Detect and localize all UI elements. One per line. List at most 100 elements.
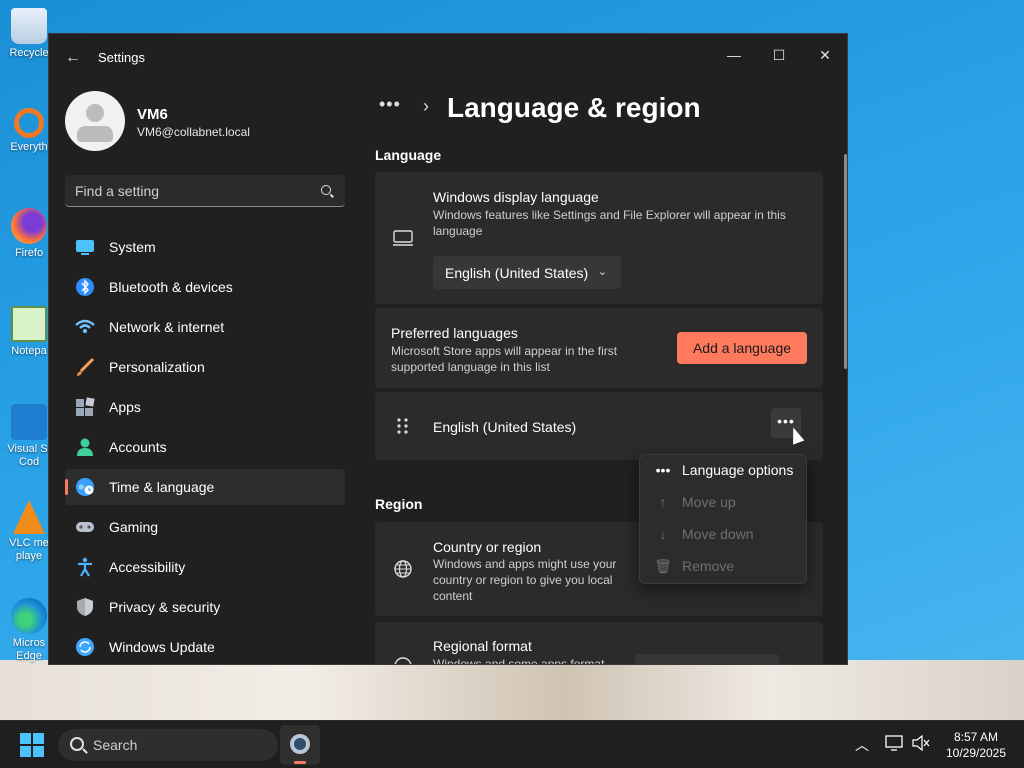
card-title: Regional format	[433, 638, 532, 654]
arrow-up-icon: ↑	[659, 494, 667, 510]
sidebar-item-bluetooth[interactable]: Bluetooth & devices	[65, 269, 345, 305]
globe-clock-icon	[75, 477, 95, 497]
taskbar: Search ︿ 8:57 AM 10/29/2025	[0, 720, 1024, 768]
volume-muted-icon[interactable]	[912, 734, 930, 754]
sidebar-item-label: Network & internet	[109, 319, 225, 335]
back-button[interactable]: ←	[61, 46, 85, 70]
gamepad-icon	[75, 517, 95, 537]
bluetooth-icon	[75, 277, 95, 297]
sidebar-item-privacy[interactable]: Privacy & security	[65, 589, 345, 625]
sidebar-item-accounts[interactable]: Accounts	[65, 429, 345, 465]
scrollbar[interactable]	[844, 154, 847, 369]
network-icon[interactable]	[885, 735, 903, 754]
sidebar-item-windows-update[interactable]: Windows Update	[65, 629, 345, 664]
menu-item-move-up: ↑ Move up	[644, 487, 804, 517]
sidebar-item-label: Apps	[109, 399, 141, 415]
wifi-icon	[75, 317, 95, 337]
section-region: Region	[375, 496, 423, 512]
user-email: VM6@collabnet.local	[137, 125, 250, 139]
sidebar-item-label: Accessibility	[109, 559, 186, 575]
avatar[interactable]	[65, 91, 125, 151]
app-title: Settings	[98, 50, 145, 65]
sidebar-item-label: Accounts	[109, 439, 167, 455]
desktop-icon-everything[interactable]: Everyth	[6, 104, 52, 184]
gear-icon	[290, 734, 310, 754]
start-button[interactable]	[14, 731, 50, 759]
sidebar-item-label: Gaming	[109, 519, 159, 535]
arrow-left-icon: ←	[65, 49, 81, 66]
apps-icon	[75, 397, 95, 417]
user-name: VM6	[137, 106, 168, 123]
card-title: Preferred languages	[391, 325, 518, 341]
clock-date: 10/29/2025	[945, 746, 1007, 760]
wallpaper-photo	[0, 660, 1024, 720]
sidebar-item-label: Time & language	[109, 479, 215, 495]
windows-update-icon	[75, 637, 95, 657]
card-title: Windows display language	[433, 189, 599, 205]
windows-logo-icon	[20, 733, 31, 744]
regional-format-card: Regional format Windows and some apps fo…	[375, 622, 823, 665]
language-list-item[interactable]: English (United States) •••	[375, 392, 823, 460]
windows-logo-icon	[20, 746, 31, 757]
breadcrumb-more-button[interactable]: •••	[379, 94, 401, 115]
desktop-icon-edge[interactable]: Micros Edge	[6, 594, 52, 674]
page-title: Language & region	[447, 92, 701, 123]
sidebar-item-label: Windows Update	[109, 639, 215, 655]
desktop-icon-recycle-bin[interactable]: Recycle	[6, 4, 52, 84]
recycle-bin-icon	[11, 8, 47, 44]
minimize-button[interactable]: —	[711, 40, 757, 70]
sidebar-item-network[interactable]: Network & internet	[65, 309, 345, 345]
card-description: Windows and some apps format	[433, 657, 605, 665]
drag-handle-icon[interactable]	[397, 418, 409, 439]
sidebar-item-system[interactable]: System	[65, 229, 345, 265]
monitor-icon	[393, 230, 413, 251]
trash-icon: 🗑	[654, 558, 672, 574]
chevron-down-icon: ⌄	[597, 266, 607, 278]
desktop-icon-firefox[interactable]: Firefo	[6, 204, 52, 284]
chevron-right-icon: ›	[423, 96, 429, 116]
system-clock[interactable]: 8:57 AM 10/29/2025	[940, 729, 1012, 761]
sidebar-item-apps[interactable]: Apps	[65, 389, 345, 425]
sidebar-item-personalization[interactable]: Personalization	[65, 349, 345, 385]
system-display-icon	[75, 237, 95, 257]
taskbar-search[interactable]: Search	[58, 729, 278, 761]
globe-icon	[393, 559, 413, 584]
sidebar-item-time-language[interactable]: Time & language	[65, 469, 345, 505]
desktop-icon-notepad[interactable]: Notepa	[6, 302, 52, 382]
vlc-icon	[13, 500, 45, 534]
accessibility-icon	[75, 557, 95, 577]
card-description: Microsoft Store apps will appear in the …	[391, 344, 618, 374]
search-box	[65, 175, 345, 207]
taskbar-search-label: Search	[93, 737, 138, 753]
edge-icon	[11, 598, 47, 634]
add-language-button[interactable]: Add a language	[677, 332, 807, 364]
shield-icon	[75, 597, 95, 617]
display-language-card: Windows display language Windows feature…	[375, 172, 823, 304]
section-language: Language	[375, 147, 442, 163]
display-language-dropdown[interactable]: English (United States) ⌄	[433, 256, 621, 289]
desktop-icon-vscode[interactable]: Visual St Cod	[6, 400, 52, 480]
menu-item-move-down: ↓ Move down	[644, 519, 804, 549]
vscode-icon	[11, 404, 47, 440]
search-input[interactable]	[65, 175, 315, 206]
regional-format-dropdown[interactable]	[635, 654, 779, 664]
sidebar-item-accessibility[interactable]: Accessibility	[65, 549, 345, 585]
close-button[interactable]: ✕	[802, 40, 847, 70]
accounts-icon	[75, 437, 95, 457]
sidebar-item-label: System	[109, 239, 156, 255]
chevron-up-icon[interactable]: ︿	[855, 735, 869, 755]
preferred-languages-card: Preferred languages Microsoft Store apps…	[375, 308, 823, 388]
desktop-icon-vlc[interactable]: VLC me playe	[6, 496, 52, 576]
search-icon	[70, 737, 84, 751]
firefox-icon	[11, 208, 47, 244]
dropdown-value: English (United States)	[445, 265, 589, 281]
maximize-button[interactable]: ☐	[756, 40, 802, 70]
search-icon[interactable]	[321, 185, 331, 195]
sidebar-item-label: Bluetooth & devices	[109, 279, 233, 295]
taskbar-settings-app[interactable]	[280, 725, 320, 765]
menu-item-language-options[interactable]: ••• Language options	[644, 455, 804, 485]
card-description: Windows and apps might use your country …	[433, 557, 617, 603]
windows-logo-icon	[33, 746, 44, 757]
card-description: Windows features like Settings and File …	[433, 208, 786, 238]
sidebar-item-gaming[interactable]: Gaming	[65, 509, 345, 545]
